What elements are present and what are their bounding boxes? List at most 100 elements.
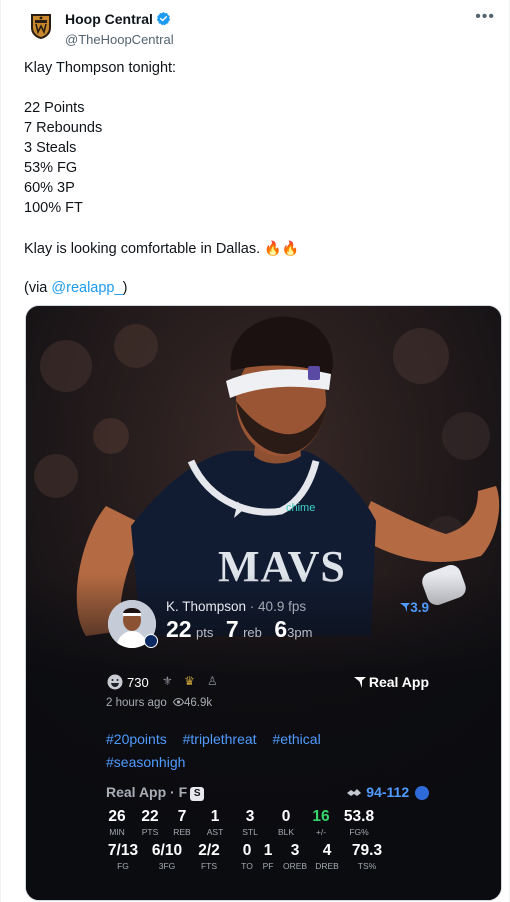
hashtag-list: #20points #triplethreat #ethical #season… bbox=[106, 728, 429, 774]
fire-emoji-icon: 🔥🔥 bbox=[264, 240, 300, 256]
stat-value: 7 bbox=[177, 808, 187, 825]
stat-cell: 6/10 3FG bbox=[149, 842, 185, 871]
tweet-via: (via @realapp_) bbox=[24, 278, 494, 298]
stat-value: 3 bbox=[245, 808, 255, 825]
real-app-button[interactable]: Real App bbox=[353, 674, 429, 690]
grin-emoji-icon[interactable] bbox=[107, 674, 123, 690]
plus-minus-value: 16 bbox=[312, 808, 330, 825]
stat-value: 6/10 bbox=[151, 842, 183, 859]
points-label: pts bbox=[196, 625, 214, 640]
tweet-stat-line: 3 Steals bbox=[24, 140, 77, 156]
stat-value: 22 bbox=[141, 808, 159, 825]
threes-value: 6 bbox=[274, 616, 288, 642]
stat-cell: 7/13 FG bbox=[106, 842, 140, 871]
stat-value: 3 bbox=[290, 842, 300, 859]
post-time-row: 2 hours ago 46.9k bbox=[106, 697, 212, 709]
stat-label: AST bbox=[206, 827, 224, 837]
stat-label: STL bbox=[242, 827, 258, 837]
sneaker-icon[interactable]: ♙ bbox=[207, 674, 218, 688]
rebounds-value: 7 bbox=[225, 616, 239, 642]
stat-cell: 3 STL bbox=[239, 808, 261, 837]
player-name[interactable]: K. Thompson bbox=[166, 599, 246, 614]
stat-cell: 0 TO bbox=[239, 842, 255, 871]
stat-value: 7/13 bbox=[107, 842, 139, 859]
hashtag-link[interactable]: #triplethreat bbox=[183, 731, 257, 747]
player-profile-row: K. Thompson · 40.9 fps 22 pts 7 reb 63pm… bbox=[106, 596, 429, 658]
stat-cell: 4 DREB bbox=[314, 842, 340, 871]
stat-value: 0 bbox=[242, 842, 252, 859]
real-app-logo-icon bbox=[353, 677, 366, 688]
stat-cell: 3 OREB bbox=[282, 842, 308, 871]
stat-label: 3FG bbox=[158, 861, 176, 871]
box-score-header: Real App · FS 94-112 bbox=[106, 783, 429, 803]
stat-value: 1 bbox=[210, 808, 220, 825]
tweet-closing-text: Klay is looking comfortable in Dallas. bbox=[24, 241, 261, 257]
stat-value: 2/2 bbox=[198, 842, 220, 859]
mavs-team-icon bbox=[144, 634, 158, 648]
media-image-card[interactable]: MAVS chime bbox=[25, 305, 502, 901]
real-app-label: Real App bbox=[368, 674, 429, 690]
stat-label: +/- bbox=[315, 827, 327, 837]
hashtag-link[interactable]: #ethical bbox=[272, 731, 320, 747]
stat-value: 79.3 bbox=[351, 842, 383, 859]
tweet-stat-line: 100% FT bbox=[24, 200, 83, 216]
box-score-row: 26 MIN 22 PTS 7 REB 1 AST 3 STL 0 BLK 16 +/- 53… bbox=[106, 808, 429, 842]
more-dots-icon[interactable]: ••• bbox=[475, 8, 495, 26]
game-score-value: 94-112 bbox=[366, 784, 410, 800]
stat-label: PF bbox=[262, 861, 274, 871]
threes-label: 3pm bbox=[287, 625, 313, 640]
hoop-central-logo[interactable] bbox=[29, 12, 53, 40]
author-handle[interactable]: @TheHoopCentral bbox=[65, 32, 174, 47]
stat-label: PTS bbox=[141, 827, 159, 837]
stat-label: MIN bbox=[109, 827, 125, 837]
stat-value: 0 bbox=[281, 808, 291, 825]
rating-badge[interactable]: 3.9 bbox=[400, 600, 429, 615]
name-separator: · bbox=[246, 599, 259, 614]
tweet-stat-line: 7 Rebounds bbox=[24, 120, 103, 136]
tweet-closing: Klay is looking comfortable in Dallas. 🔥… bbox=[24, 238, 494, 258]
hashtag-link[interactable]: #20points bbox=[106, 731, 167, 747]
time-ago: 2 hours ago bbox=[106, 697, 167, 709]
spurs-team-icon bbox=[347, 789, 362, 797]
stat-label: FG% bbox=[349, 827, 369, 837]
via-suffix: ) bbox=[122, 280, 128, 296]
stat-cell: 22 PTS bbox=[139, 808, 161, 837]
rating-value: 3.9 bbox=[410, 600, 429, 615]
stat-label: FG bbox=[117, 861, 129, 871]
box-score-grid: 26 MIN 22 PTS 7 REB 1 AST 3 STL 0 BLK 16 +/- 53… bbox=[106, 808, 429, 876]
stat-value: 4 bbox=[322, 842, 332, 859]
game-score[interactable]: 94-112 bbox=[346, 784, 429, 801]
stat-cell: 0 BLK bbox=[275, 808, 297, 837]
stat-label: OREB bbox=[282, 861, 308, 871]
stat-label: BLK bbox=[277, 827, 295, 837]
author-display-name[interactable]: Hoop Central bbox=[65, 11, 153, 27]
stat-cell: 16 +/- bbox=[310, 808, 332, 837]
mavs-team-icon bbox=[415, 786, 429, 801]
stat-label: DREB bbox=[315, 861, 339, 871]
verified-badge-icon bbox=[156, 12, 171, 26]
realapp-mention-link[interactable]: @realapp_ bbox=[51, 280, 122, 296]
stat-cell: 79.3 TS% bbox=[350, 842, 384, 871]
tweet: Hoop Central @TheHoopCentral ••• Klay Th… bbox=[0, 0, 510, 902]
stat-value: 1 bbox=[263, 842, 273, 859]
stat-cell: 53.8 FG% bbox=[342, 808, 376, 837]
tweet-text: Klay Thompson tonight: 22 Points 7 Rebou… bbox=[24, 58, 494, 298]
engagement-row: 730 ⚜ ♛ ♙ Real App bbox=[106, 674, 429, 694]
stat-label: REB bbox=[173, 827, 191, 837]
tweet-author[interactable]: Hoop Central @TheHoopCentral bbox=[65, 10, 174, 47]
stat-value: 26 bbox=[108, 808, 126, 825]
hashtag-link[interactable]: #seasonhigh bbox=[106, 754, 185, 770]
likes-count[interactable]: 730 bbox=[127, 675, 149, 690]
stat-cell: 2/2 FTS bbox=[194, 842, 224, 871]
box-score-title: Real App · FS bbox=[106, 784, 205, 801]
tweet-stat-line: 22 Points bbox=[24, 100, 85, 116]
player-score-line: 22 pts 7 reb 63pm bbox=[166, 616, 320, 643]
box-score-row: 7/13 FG 6/10 3FG 2/2 FTS 0 TO 1 PF 3 OREB 4 DRE… bbox=[106, 842, 429, 876]
tweet-stat-line: 60% 3P bbox=[24, 180, 75, 196]
player-fps: 40.9 fps bbox=[258, 599, 307, 614]
trophy-icon[interactable]: ♛ bbox=[184, 674, 195, 688]
stat-cell: 7 REB bbox=[171, 808, 193, 837]
crown-icon[interactable]: ⚜ bbox=[162, 674, 173, 688]
player-name-line[interactable]: K. Thompson · 40.9 fps bbox=[166, 599, 306, 614]
stat-label: FTS bbox=[200, 861, 218, 871]
